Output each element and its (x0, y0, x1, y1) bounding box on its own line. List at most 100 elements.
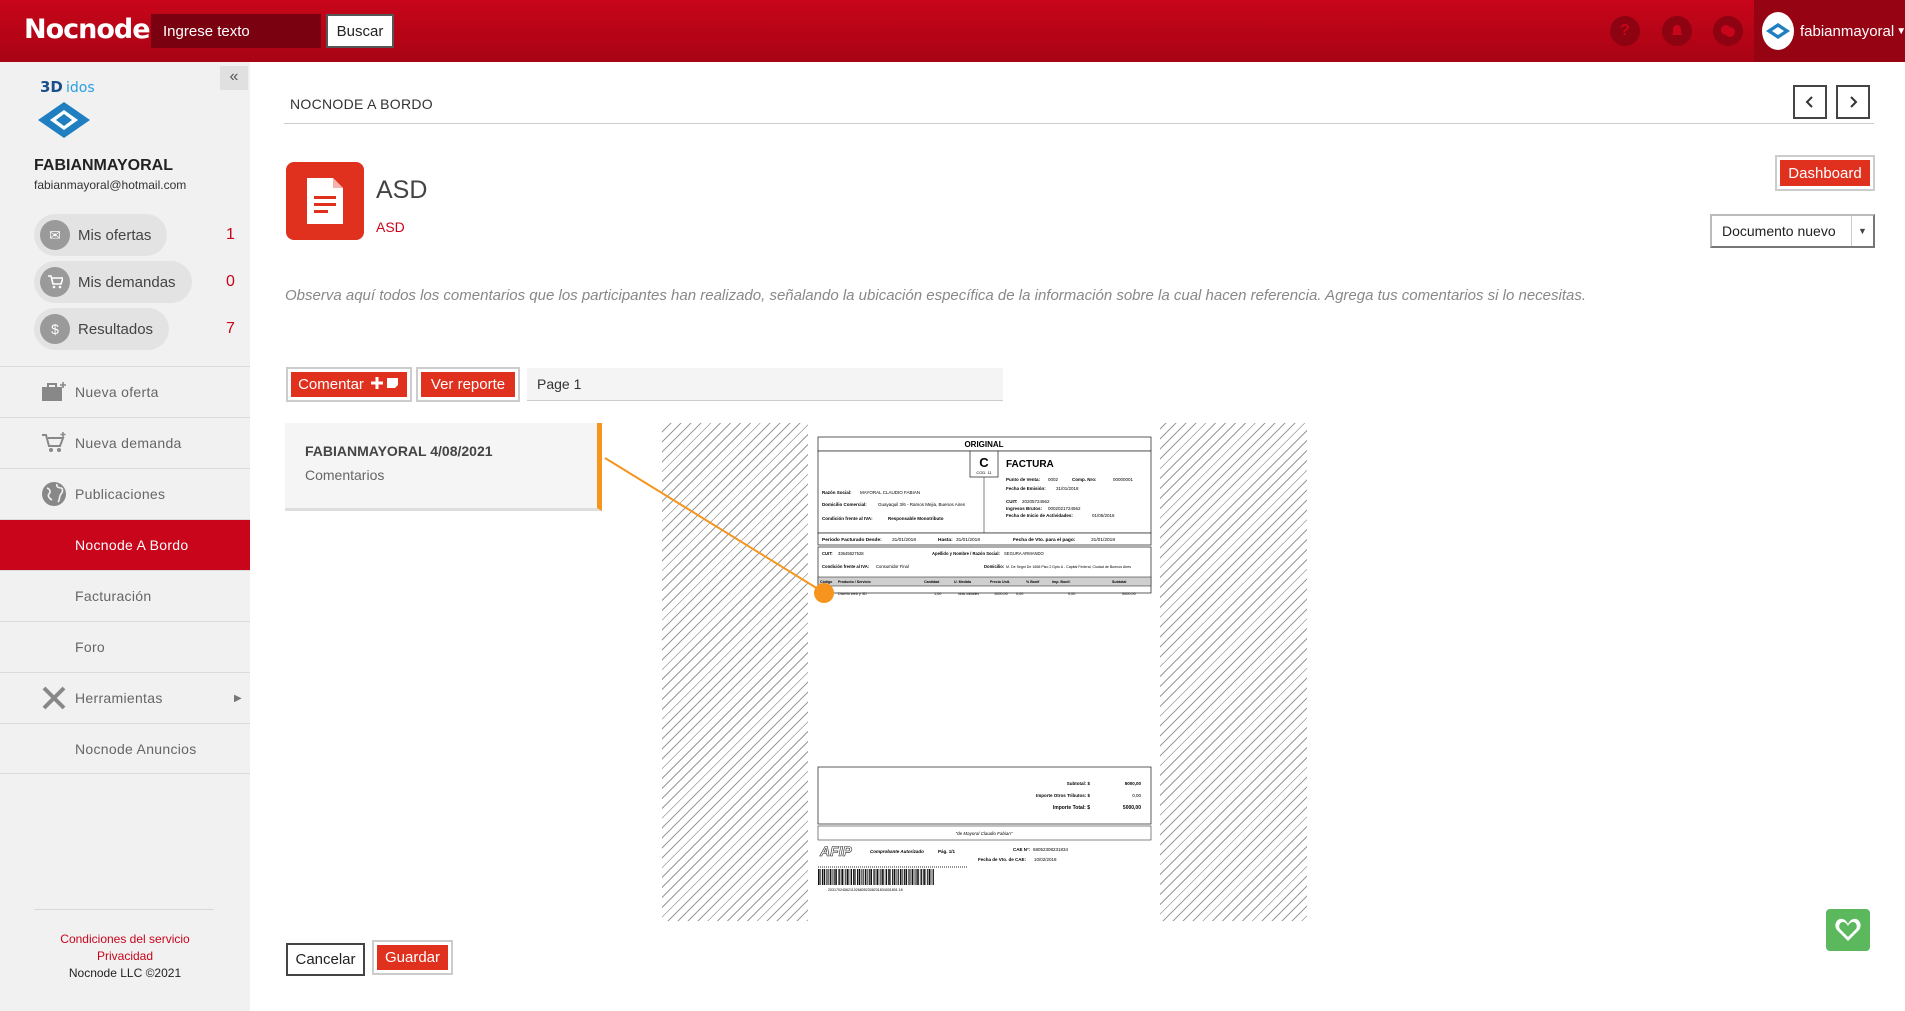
invoice-cliente-dom-val: M. De Segni De 1658 Piso 2 Dpto A - Capi… (1006, 565, 1131, 569)
invoice-col-impbonif: Imp. Bonif. (1052, 580, 1071, 584)
invoice-cliente-iva-val: Consumidor Final (876, 564, 909, 569)
barcode-bar (893, 869, 896, 885)
sidebar-item-foro[interactable]: Foro (0, 621, 250, 672)
privacy-link[interactable]: Privacidad (0, 949, 250, 963)
comment-pin[interactable] (814, 583, 834, 603)
invoice-inicio-act-val: 01/05/2016 (1092, 513, 1115, 518)
invoice-autorizado: Comprobante Autorizado (870, 849, 924, 854)
invoice-vto-pago-val: 31/01/2018 (1091, 537, 1115, 543)
previous-page-button[interactable] (1793, 85, 1827, 119)
invoice-row-bonif: 0,00 (1016, 592, 1023, 596)
stat-label: Mis demandas (78, 273, 176, 291)
barcode-bar (928, 869, 931, 885)
barcode-bar (857, 869, 859, 885)
invoice-row-producto: Diseño web y 3D (838, 592, 867, 596)
document-select[interactable]: Documento nuevo ▼ (1710, 214, 1875, 248)
svg-text:idos: idos (66, 80, 95, 96)
sidebar-item-publicaciones[interactable]: Publicaciones (0, 468, 250, 519)
invoice-row-umedida: otras unidades (958, 592, 979, 596)
bell-icon[interactable] (1662, 16, 1692, 46)
user-name: fabianmayoral (1800, 22, 1895, 40)
barcode-bar (923, 869, 925, 885)
search-button[interactable]: Buscar (326, 14, 394, 48)
chat-icon[interactable] (1713, 16, 1743, 46)
stat-resultados[interactable]: $ Resultados (34, 308, 170, 350)
invoice-cuit-val: 20205724562 (1022, 499, 1050, 504)
sidebar-item-nocnode-a-bordo[interactable]: Nocnode A Bordo (0, 519, 250, 570)
search-input[interactable] (151, 14, 321, 48)
barcode-bar (820, 869, 821, 885)
barcode-bar (841, 869, 843, 885)
divider (34, 909, 214, 910)
user-menu[interactable]: fabianmayoral ▼ (1754, 0, 1905, 62)
invoice-comp-nro-val: 00000001 (1113, 477, 1134, 482)
sidebar-item-nueva-demanda[interactable]: Nueva demanda (0, 417, 250, 468)
sidebar-item-nueva-oferta[interactable]: Nueva oferta (0, 366, 250, 417)
stat-mis-ofertas[interactable]: ✉ Mis ofertas (34, 214, 168, 256)
collapse-sidebar-icon[interactable]: « (220, 66, 248, 90)
dollar-icon: $ (40, 314, 70, 344)
invoice-row-precio: 1000,00 (994, 592, 1008, 596)
comment-plus-icon (370, 376, 400, 394)
next-page-button[interactable] (1836, 85, 1870, 119)
barcode-bar (896, 869, 898, 885)
document-viewer[interactable]: ORIGINAL C COD. 11 FACTURA Punto de Vent… (662, 423, 1307, 921)
brand-logo[interactable]: Nocnode (24, 14, 151, 45)
invoice-row-subtotal: 5000,00 (1122, 592, 1136, 596)
sidebar-item-herramientas[interactable]: Herramientas ▶ (0, 672, 250, 723)
barcode-bar (892, 869, 894, 885)
instructions-text: Observa aquí todos los comentarios que l… (285, 287, 1587, 304)
barcode-bar (908, 869, 909, 885)
sidebar-item-label: Facturación (75, 588, 152, 604)
invoice-vto-pago: Fecha de Vto. para el pago: (1013, 537, 1076, 543)
copyright: Nocnode LLC ©2021 (68, 966, 182, 980)
invoice-pag: Pág. 1/1 (938, 849, 956, 854)
chevron-right-icon: ▶ (234, 692, 242, 704)
barcode-bar (873, 869, 874, 885)
barcode-bar (921, 869, 923, 885)
comment-text: Comentarios (305, 467, 385, 483)
barcode-bar (931, 869, 933, 885)
help-icon[interactable]: ? (1610, 16, 1640, 46)
invoice-title: FACTURA (1006, 459, 1054, 470)
divider (284, 123, 1874, 124)
barcode-bar (905, 869, 908, 885)
avatar (1762, 12, 1794, 50)
invoice-periodo-desde: Período Facturado Desde: (822, 537, 882, 543)
invoice-fecha-emision: Fecha de Emisión: (1006, 486, 1046, 491)
invoice-total: Importe Total: $ (1053, 805, 1090, 811)
globe-icon (40, 480, 68, 508)
document-icon (286, 162, 364, 240)
barcode-bar (826, 869, 827, 885)
tools-icon (40, 684, 68, 712)
company-logo: 3D idos (34, 78, 106, 148)
dashboard-button[interactable]: Dashboard (1775, 155, 1875, 191)
invoice-punto-venta-val: 0002 (1048, 477, 1059, 482)
save-button[interactable]: Guardar (372, 940, 453, 975)
briefcase-plus-icon (40, 378, 68, 406)
sidebar-item-facturacion[interactable]: Facturación (0, 570, 250, 621)
invoice-subtotal-val: 5000,00 (1125, 781, 1142, 786)
terms-link[interactable]: Condiciones del servicio (0, 932, 250, 946)
barcode-bar (882, 869, 884, 885)
invoice-cliente-cuit-val: 33645827528 (838, 551, 864, 556)
barcode-bar (818, 869, 820, 885)
barcode-bar (915, 869, 917, 885)
invoice-cae: CAE N°: (1013, 847, 1031, 852)
sidebar-item-label: Nueva demanda (75, 435, 182, 451)
comment-button-label: Comentar (298, 376, 364, 393)
cancel-button[interactable]: Cancelar (286, 943, 365, 976)
invoice-razon-social: Razón Social: (822, 490, 852, 495)
invoice-condicion-iva-val: Responsable Monotributo (888, 516, 944, 521)
comment-button[interactable]: Comentar (286, 367, 412, 402)
sidebar-item-nocnode-anuncios[interactable]: Nocnode Anuncios (0, 723, 250, 774)
invoice-cliente-iva: Condición frente al IVA: (822, 564, 869, 569)
invoice-cuit: CUIT: (1006, 499, 1018, 504)
breadcrumb: NOCNODE A BORDO (290, 96, 433, 112)
barcode-bar (839, 869, 841, 885)
barcode-bar (867, 869, 868, 885)
favorite-heart-button[interactable] (1826, 909, 1870, 951)
view-report-button[interactable]: Ver reporte (416, 367, 520, 402)
stat-mis-demandas[interactable]: Mis demandas (34, 261, 192, 303)
comment-card[interactable]: FABIANMAYORAL 4/08/2021 Comentarios (285, 423, 602, 511)
